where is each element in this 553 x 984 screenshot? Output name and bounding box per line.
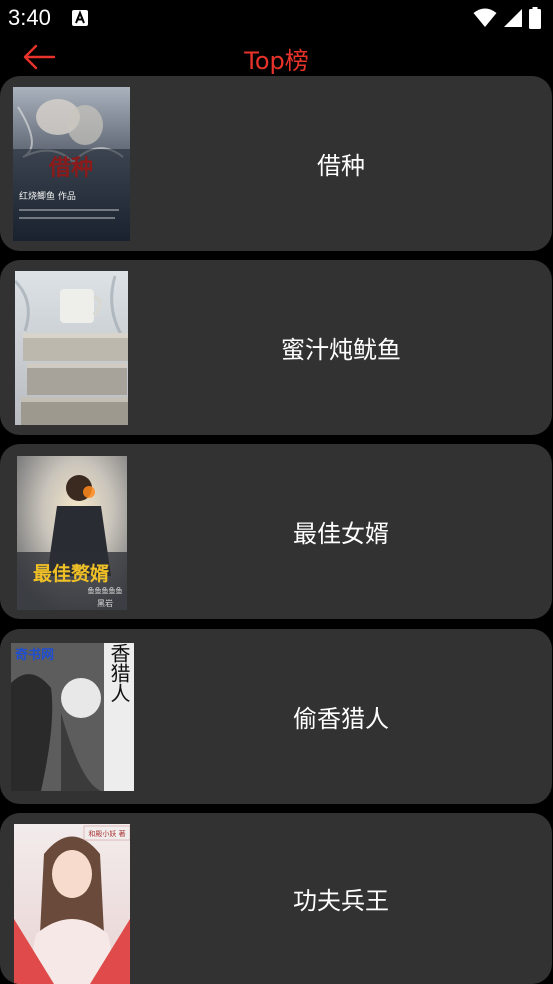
book-cover-image: 借种 红烧鲫鱼 作品	[13, 87, 130, 241]
book-title: 蜜汁炖鱿鱼	[281, 336, 401, 364]
cover-badge-text: 黑岩	[97, 598, 113, 608]
book-title: 最佳女婿	[293, 520, 389, 548]
book-cover-image: 和殿小妖 著	[14, 824, 130, 984]
book-card[interactable]: 奇书网 偷香猎人 偷香猎人	[0, 629, 552, 804]
wifi-icon	[473, 8, 497, 32]
book-cover-image	[15, 271, 128, 425]
book-card[interactable]: 和殿小妖 著 功夫兵王	[0, 813, 552, 984]
status-bar: 3:40	[0, 0, 553, 38]
book-card[interactable]: 蜜汁炖鱿鱼	[0, 260, 552, 435]
cover-title-text: 借种	[48, 155, 93, 181]
book-title: 偷香猎人	[293, 705, 389, 733]
cover-author-text: 红烧鲫鱼 作品	[19, 190, 76, 202]
book-card[interactable]: 最佳赘婿 鱼鱼鱼鱼鱼 黑岩 最佳女婿	[0, 444, 552, 619]
book-cover-image: 最佳赘婿 鱼鱼鱼鱼鱼 黑岩	[17, 456, 127, 610]
cover-site-text: 奇书网	[15, 647, 54, 663]
book-title: 功夫兵王	[293, 887, 389, 915]
notification-icon	[72, 10, 88, 26]
cover-title-text: 偷香猎人	[107, 643, 131, 703]
status-icons	[473, 7, 541, 33]
status-time: 3:40	[8, 5, 51, 30]
book-title: 借种	[317, 152, 365, 180]
book-cover-image: 奇书网 偷香猎人	[11, 643, 134, 791]
cover-author-text: 鱼鱼鱼鱼鱼	[88, 586, 123, 595]
cover-title-text: 最佳赘婿	[33, 562, 110, 585]
page-title: Top榜	[244, 47, 309, 75]
signal-icon	[503, 8, 523, 32]
cover-tag-text: 和殿小妖 著	[88, 829, 125, 838]
battery-icon	[529, 7, 541, 33]
app-bar: Top榜	[0, 38, 553, 76]
book-card[interactable]: 借种 红烧鲫鱼 作品 借种	[0, 76, 552, 251]
